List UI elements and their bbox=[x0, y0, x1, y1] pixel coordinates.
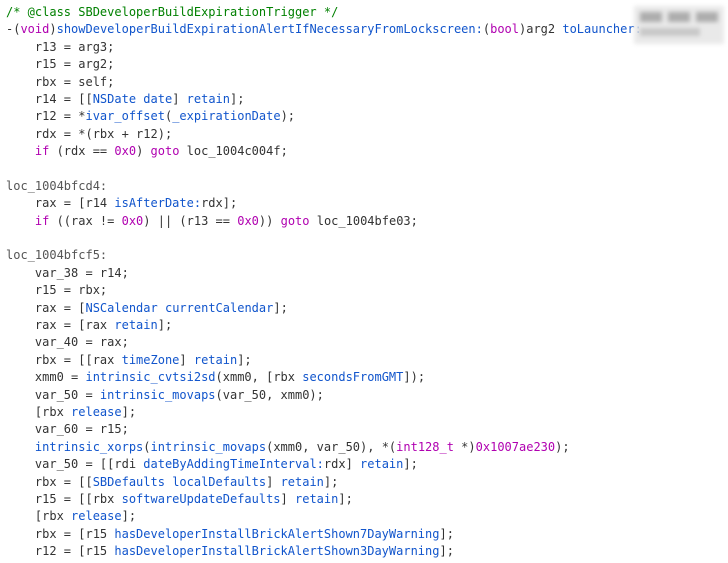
code-line: rax = [r14 isAfterDate:rdx]; bbox=[6, 196, 237, 210]
code-line: var_50 = [[rdi dateByAddingTimeInterval:… bbox=[6, 457, 418, 471]
code-line: rbx = [[rax timeZone] retain]; bbox=[6, 353, 252, 367]
code-line: rax = [NSCalendar currentCalendar]; bbox=[6, 301, 288, 315]
code-line: var_50 = intrinsic_movaps(var_50, xmm0); bbox=[6, 388, 324, 402]
decompiled-code-block: /* @class SBDeveloperBuildExpirationTrig… bbox=[0, 0, 728, 563]
label-1004bfcd4: loc_1004bfcd4: bbox=[6, 179, 107, 193]
code-line: xmm0 = intrinsic_cvtsi2sd(xmm0, [rbx sec… bbox=[6, 370, 425, 384]
code-line: rdx = *(rbx + r12); bbox=[6, 127, 172, 141]
code-line: rax = [rax retain]; bbox=[6, 318, 172, 332]
code-line: rbx = [[SBDefaults localDefaults] retain… bbox=[6, 475, 338, 489]
code-line: r14 = [[NSDate date] retain]; bbox=[6, 92, 244, 106]
code-line: rbx = self; bbox=[6, 75, 114, 89]
code-line: r15 = arg2; bbox=[6, 57, 114, 71]
code-line: rbx = [r15 hasDeveloperInstallBrickAlert… bbox=[6, 527, 454, 541]
label-1004bfcf5: loc_1004bfcf5: bbox=[6, 248, 107, 262]
code-line: [rbx release]; bbox=[6, 509, 136, 523]
code-line: intrinsic_xorps(intrinsic_movaps(xmm0, v… bbox=[6, 440, 570, 454]
method-decl: -(void)showDeveloperBuildExpirationAlert… bbox=[6, 22, 642, 36]
code-line: [rbx release]; bbox=[6, 405, 136, 419]
code-line: r15 = rbx; bbox=[6, 283, 107, 297]
code-line: r12 = [r15 hasDeveloperInstallBrickAlert… bbox=[6, 544, 454, 558]
code-line: r13 = arg3; bbox=[6, 40, 114, 54]
code-line: r15 = [[rbx softwareUpdateDefaults] reta… bbox=[6, 492, 353, 506]
code-line: if (rdx == 0x0) goto loc_1004c004f; bbox=[6, 144, 288, 158]
code-line: var_60 = r15; bbox=[6, 422, 129, 436]
class-comment: /* @class SBDeveloperBuildExpirationTrig… bbox=[6, 5, 338, 19]
code-line: r12 = *ivar_offset(_expirationDate); bbox=[6, 109, 295, 123]
watermark-overlay bbox=[634, 6, 724, 44]
code-line: var_40 = rax; bbox=[6, 335, 129, 349]
code-line: if ((rax != 0x0) || (r13 == 0x0)) goto l… bbox=[6, 214, 418, 228]
code-line: var_38 = r14; bbox=[6, 266, 129, 280]
